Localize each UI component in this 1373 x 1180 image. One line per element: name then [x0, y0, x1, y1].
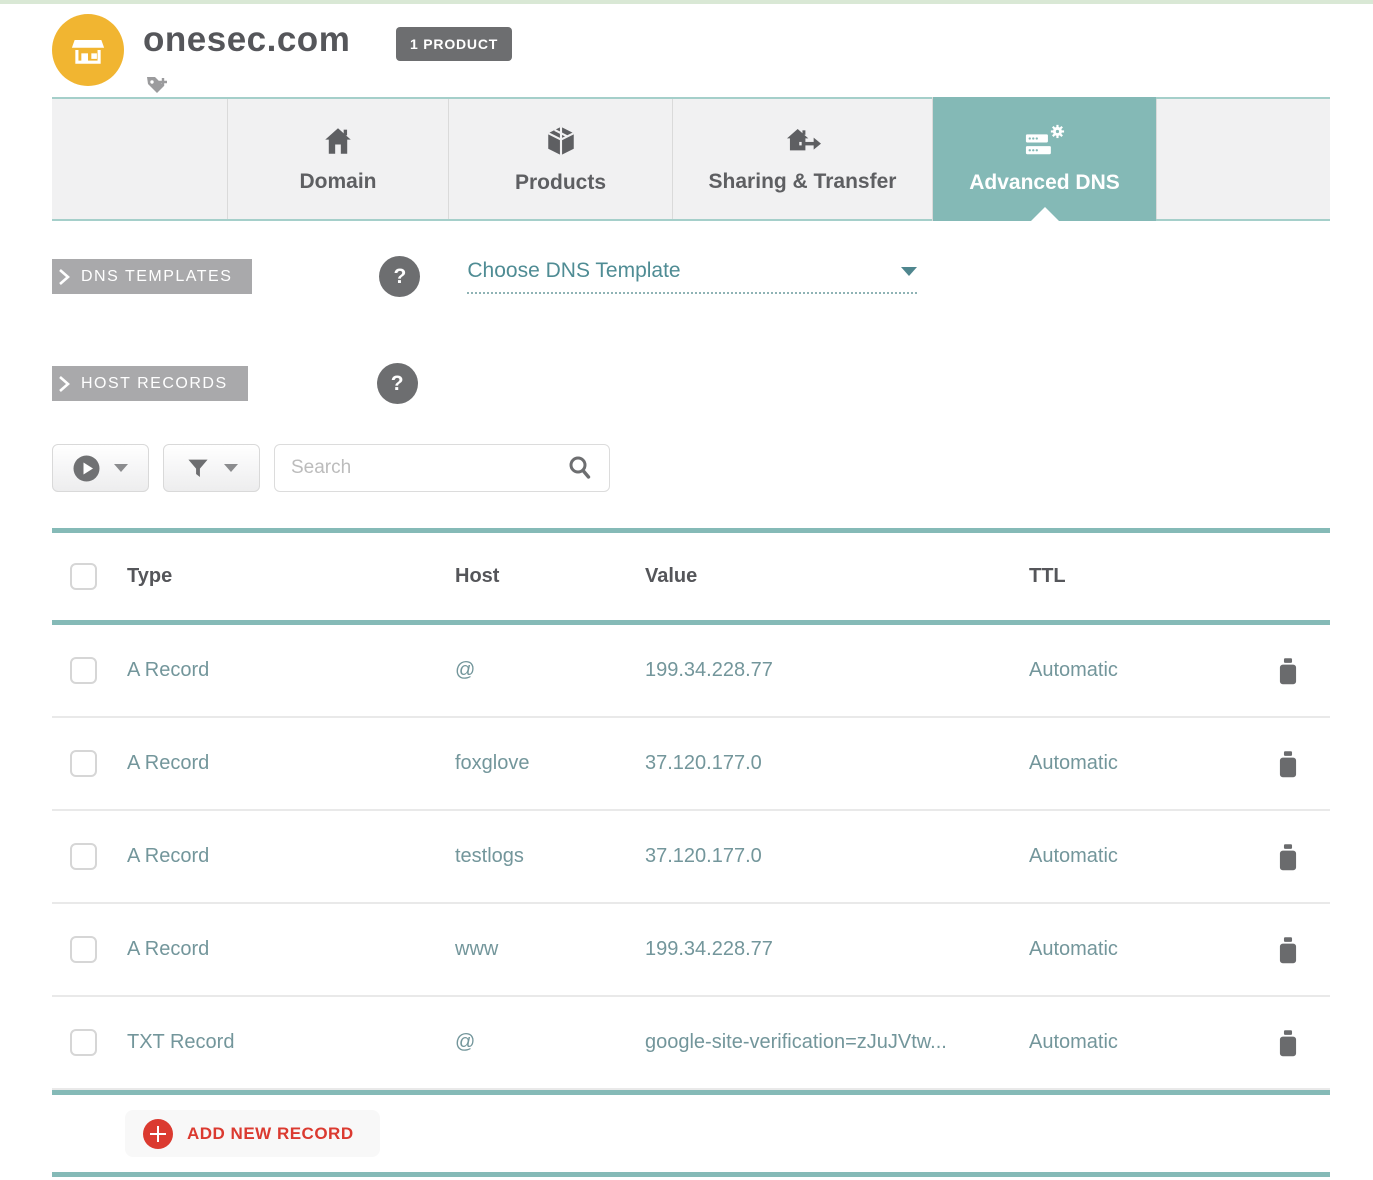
- record-host[interactable]: @: [455, 1031, 645, 1054]
- record-host[interactable]: @: [455, 659, 645, 682]
- tab-spacer: [52, 99, 227, 219]
- record-value[interactable]: 199.34.228.77: [645, 938, 1029, 961]
- select-all-checkbox[interactable]: [70, 563, 97, 590]
- record-ttl[interactable]: Automatic: [1029, 845, 1240, 868]
- tab-domain[interactable]: Domain: [227, 99, 448, 219]
- tab-label: Advanced DNS: [969, 171, 1120, 195]
- filter-button[interactable]: [163, 444, 260, 492]
- record-value[interactable]: google-site-verification=zJuJVtw...: [645, 1031, 1029, 1054]
- trash-icon: [1274, 749, 1302, 779]
- chevron-down-icon: [901, 267, 917, 276]
- page-title: onesec.com: [143, 20, 350, 60]
- box-icon: [544, 124, 578, 158]
- tab-sharing-transfer[interactable]: Sharing & Transfer: [672, 99, 932, 219]
- host-records-toolbar: [52, 444, 610, 492]
- record-value[interactable]: 199.34.228.77: [645, 659, 1029, 682]
- record-ttl[interactable]: Automatic: [1029, 752, 1240, 775]
- row-checkbox[interactable]: [70, 657, 97, 684]
- table-row: A Record @ 199.34.228.77 Automatic: [52, 625, 1330, 718]
- filter-funnel-icon: [186, 456, 210, 480]
- record-ttl[interactable]: Automatic: [1029, 659, 1240, 682]
- product-count-badge: 1 PRODUCT: [396, 27, 512, 61]
- column-header-ttl: TTL: [1029, 565, 1240, 588]
- tab-spacer: [1156, 99, 1330, 219]
- table-row: A Record foxglove 37.120.177.0 Automatic: [52, 718, 1330, 811]
- dns-template-dropdown-value: Choose DNS Template: [467, 259, 680, 283]
- record-ttl[interactable]: Automatic: [1029, 938, 1240, 961]
- record-value[interactable]: 37.120.177.0: [645, 845, 1029, 868]
- table-header-row: Type Host Value TTL: [52, 533, 1330, 620]
- dns-templates-badge: DNS TEMPLATES: [52, 259, 252, 294]
- section-label: HOST RECORDS: [81, 375, 228, 393]
- host-records-help-button[interactable]: ?: [377, 363, 418, 404]
- chevron-right-icon: [58, 375, 71, 393]
- column-header-host: Host: [455, 565, 645, 588]
- chevron-down-icon: [114, 464, 128, 472]
- record-host[interactable]: foxglove: [455, 752, 645, 775]
- tab-label: Products: [515, 171, 606, 195]
- delete-record-button[interactable]: [1274, 1028, 1302, 1058]
- section-bottom-border: [52, 1172, 1330, 1177]
- active-tab-notch: [1031, 207, 1059, 221]
- row-checkbox[interactable]: [70, 1029, 97, 1056]
- add-record-area: ADD NEW RECORD: [52, 1095, 1330, 1172]
- plus-circle-icon: [143, 1119, 173, 1149]
- tab-label: Sharing & Transfer: [709, 170, 897, 194]
- column-header-value: Value: [645, 565, 1029, 588]
- host-records-section: HOST RECORDS ?: [52, 363, 418, 404]
- search-icon[interactable]: [567, 455, 593, 481]
- table-row: TXT Record @ google-site-verification=zJ…: [52, 997, 1330, 1090]
- record-type[interactable]: A Record: [127, 845, 455, 868]
- delete-record-button[interactable]: [1274, 656, 1302, 686]
- record-type[interactable]: TXT Record: [127, 1031, 455, 1054]
- row-checkbox[interactable]: [70, 843, 97, 870]
- host-records-table: Type Host Value TTL A Record @ 199.34.22…: [52, 528, 1330, 1177]
- record-value[interactable]: 37.120.177.0: [645, 752, 1029, 775]
- add-new-record-label: ADD NEW RECORD: [187, 1124, 354, 1144]
- record-type[interactable]: A Record: [127, 752, 455, 775]
- trash-icon: [1274, 656, 1302, 686]
- delete-record-button[interactable]: [1274, 935, 1302, 965]
- host-records-badge: HOST RECORDS: [52, 366, 248, 401]
- record-host[interactable]: www: [455, 938, 645, 961]
- column-header-type: Type: [127, 565, 455, 588]
- home-icon: [321, 125, 355, 157]
- delete-record-button[interactable]: [1274, 749, 1302, 779]
- tab-products[interactable]: Products: [448, 99, 672, 219]
- delete-record-button[interactable]: [1274, 842, 1302, 872]
- search-box: [274, 444, 610, 492]
- trash-icon: [1274, 1028, 1302, 1058]
- tab-advanced-dns[interactable]: Advanced DNS: [932, 97, 1156, 221]
- dns-server-gear-icon: [1023, 124, 1067, 158]
- row-checkbox[interactable]: [70, 750, 97, 777]
- record-ttl[interactable]: Automatic: [1029, 1031, 1240, 1054]
- dns-template-dropdown[interactable]: Choose DNS Template: [467, 259, 917, 294]
- table-row: A Record testlogs 37.120.177.0 Automatic: [52, 811, 1330, 904]
- add-tag-icon[interactable]: [143, 72, 171, 100]
- table-row: A Record www 199.34.228.77 Automatic: [52, 904, 1330, 997]
- search-input[interactable]: [291, 457, 567, 479]
- play-circle-icon: [73, 455, 100, 482]
- chevron-down-icon: [224, 464, 238, 472]
- bulk-actions-button[interactable]: [52, 444, 149, 492]
- record-host[interactable]: testlogs: [455, 845, 645, 868]
- avatar: [52, 14, 124, 86]
- chevron-right-icon: [58, 268, 71, 286]
- record-type[interactable]: A Record: [127, 938, 455, 961]
- add-new-record-button[interactable]: ADD NEW RECORD: [125, 1110, 380, 1157]
- record-type[interactable]: A Record: [127, 659, 455, 682]
- tabbar: Domain Products Sharing & Transfer: [52, 97, 1330, 221]
- row-checkbox[interactable]: [70, 936, 97, 963]
- page-header: onesec.com 1 PRODUCT: [0, 4, 1373, 97]
- dns-templates-section: DNS TEMPLATES ? Choose DNS Template: [52, 256, 917, 297]
- section-label: DNS TEMPLATES: [81, 268, 232, 286]
- tab-label: Domain: [299, 170, 376, 194]
- house-transfer-icon: [783, 125, 823, 157]
- trash-icon: [1274, 842, 1302, 872]
- dns-templates-help-button[interactable]: ?: [379, 256, 420, 297]
- trash-icon: [1274, 935, 1302, 965]
- storefront-icon: [68, 30, 108, 70]
